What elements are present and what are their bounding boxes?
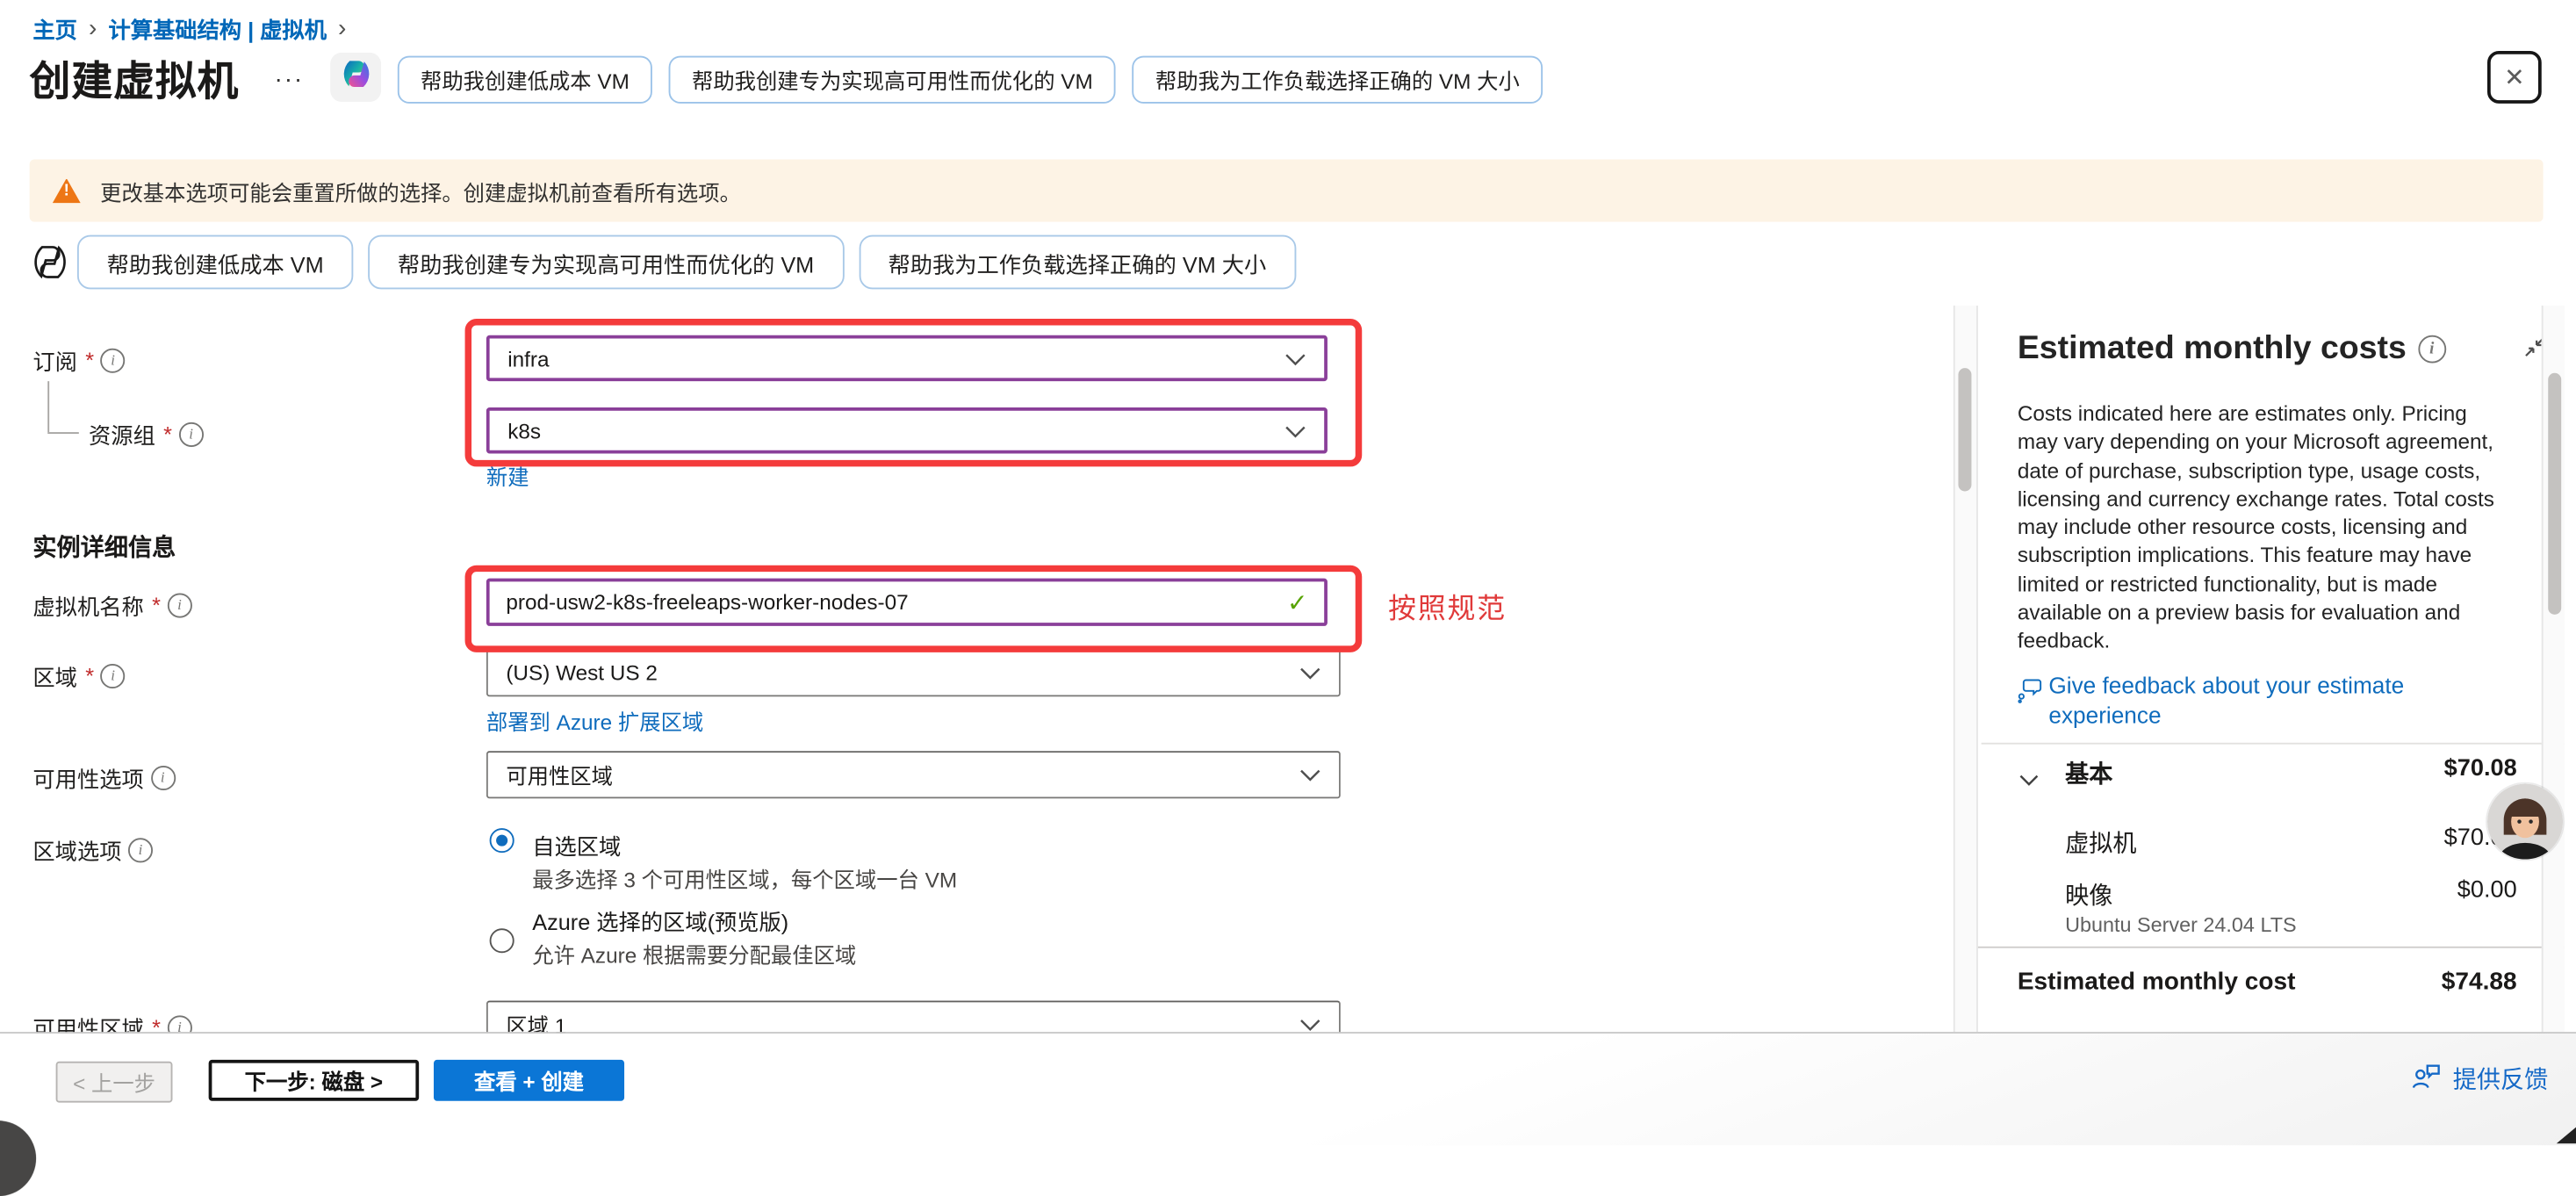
vm-name-input[interactable] — [506, 590, 1287, 615]
chevron-down-icon[interactable] — [2019, 766, 2039, 796]
suggestion-high-availability-vm-button-2[interactable]: 帮助我创建专为实现高可用性而优化的 VM — [368, 235, 844, 290]
avatar[interactable] — [2487, 784, 2563, 860]
breadcrumb: 主页 › 计算基础结构 | 虚拟机 › — [32, 11, 346, 44]
panel-divider — [1982, 743, 2565, 745]
radio-azure-selected-zone-label[interactable]: Azure 选择的区域(预览版) — [532, 904, 788, 936]
next-disks-button[interactable]: 下一步: 磁盘 > — [209, 1060, 420, 1101]
suggestion-high-availability-vm-button[interactable]: 帮助我创建专为实现高可用性而优化的 VM — [669, 56, 1116, 104]
suggestion-right-vm-size-button[interactable]: 帮助我为工作负载选择正确的 VM 大小 — [1133, 56, 1543, 104]
vm-name-label: 虚拟机名称* i — [32, 588, 191, 621]
region-label: 区域* i — [32, 659, 125, 691]
info-icon[interactable]: i — [150, 765, 175, 789]
zone-options-label: 区域选项 i — [32, 833, 153, 866]
required-asterisk: * — [85, 663, 94, 688]
copilot-suggestions-row: 帮助我创建低成本 VM 帮助我创建专为实现高可用性而优化的 VM 帮助我为工作负… — [77, 235, 1296, 290]
resource-group-value: k8s — [507, 418, 1284, 443]
required-asterisk: * — [163, 421, 172, 446]
subscription-dropdown[interactable]: infra — [486, 335, 1328, 381]
chevron-down-icon — [1299, 660, 1320, 685]
close-button[interactable]: ✕ — [2487, 51, 2542, 104]
valid-check-icon: ✓ — [1287, 587, 1308, 617]
tree-connector — [47, 381, 49, 432]
cost-group-amount: $70.08 — [2444, 756, 2517, 782]
chat-bubbles-icon — [2018, 677, 2042, 710]
review-create-button[interactable]: 查看 + 创建 — [434, 1060, 624, 1101]
chevron-down-icon — [1284, 418, 1306, 443]
required-asterisk: * — [85, 348, 94, 372]
total-cost-label: Estimated monthly cost — [2018, 968, 2296, 996]
chevron-down-icon — [1284, 346, 1306, 371]
info-icon[interactable]: i — [101, 348, 126, 372]
previous-button[interactable]: < 上一步 — [56, 1062, 173, 1103]
info-icon[interactable]: i — [167, 593, 191, 617]
feedback-person-icon — [2412, 1063, 2442, 1095]
create-vm-page: 主页 › 计算基础结构 | 虚拟机 › 创建虚拟机 ··· 帮助 — [0, 0, 2576, 1143]
chevron-down-icon — [1299, 762, 1320, 787]
page-title: 创建虚拟机 — [30, 49, 240, 108]
breadcrumb-chevron-icon: › — [338, 16, 346, 40]
suggestion-right-vm-size-button-2[interactable]: 帮助我为工作负载选择正确的 VM 大小 — [859, 235, 1296, 290]
radio-self-selected-zone-label[interactable]: 自选区域 — [532, 828, 621, 861]
copilot-button[interactable] — [330, 53, 381, 102]
copilot-suggestions-top: 帮助我创建低成本 VM 帮助我创建专为实现高可用性而优化的 VM 帮助我为工作负… — [398, 56, 1543, 104]
cost-item-name: 虚拟机 — [2065, 825, 2136, 859]
breadcrumb-chevron-icon: › — [89, 16, 97, 40]
region-value: (US) West US 2 — [506, 660, 1299, 685]
cost-item-name: 映像 — [2065, 877, 2112, 911]
radio-self-selected-zone-desc: 最多选择 3 个可用性区域，每个区域一台 VM — [532, 862, 957, 894]
panel-divider — [1978, 947, 2565, 948]
cost-panel-title: Estimated monthly costs i — [2018, 330, 2446, 368]
subscription-label: 订阅* i — [32, 343, 125, 376]
form-scrollbar-thumb[interactable] — [1958, 368, 1971, 491]
resource-group-dropdown[interactable]: k8s — [486, 407, 1328, 453]
more-options-button[interactable]: ··· — [274, 66, 304, 94]
cost-group-name[interactable]: 基本 — [2065, 756, 2112, 790]
info-icon[interactable]: i — [101, 663, 126, 688]
warning-banner-text: 更改基本选项可能会重置所做的选择。创建虚拟机前查看所有选项。 — [100, 175, 741, 206]
availability-options-value: 可用性区域 — [506, 759, 1299, 790]
info-icon[interactable]: i — [179, 421, 204, 446]
breadcrumb-home-link[interactable]: 主页 — [32, 11, 77, 44]
info-icon[interactable]: i — [128, 837, 153, 861]
cost-disclaimer-text: Costs indicated here are estimates only.… — [2018, 400, 2497, 655]
availability-options-label: 可用性选项 i — [32, 760, 175, 793]
radio-azure-selected-zone[interactable] — [490, 928, 514, 953]
feedback-link[interactable]: 提供反馈 — [2412, 1062, 2548, 1096]
warning-banner: ! 更改基本选项可能会重置所做的选择。创建虚拟机前查看所有选项。 — [30, 160, 2544, 222]
breadcrumb-section-link[interactable]: 计算基础结构 | 虚拟机 — [108, 11, 326, 44]
total-cost-amount: $74.88 — [2442, 968, 2517, 996]
subscription-value: infra — [507, 346, 1284, 371]
radio-azure-selected-zone-desc: 允许 Azure 根据需要分配最佳区域 — [532, 938, 856, 969]
vm-name-field: ✓ — [486, 579, 1328, 626]
info-icon[interactable]: i — [2418, 335, 2446, 364]
region-dropdown[interactable]: (US) West US 2 — [486, 649, 1341, 696]
create-new-resource-group-link[interactable]: 新建 — [486, 460, 529, 492]
resource-group-label: 资源组* i — [89, 417, 204, 450]
suggestion-low-cost-vm-button-2[interactable]: 帮助我创建低成本 VM — [77, 235, 353, 290]
annotation-text: 按照规范 — [1388, 585, 1507, 626]
cost-item-detail: Ubuntu Server 24.04 LTS — [2065, 913, 2297, 936]
deploy-extended-zone-link[interactable]: 部署到 Azure 扩展区域 — [486, 705, 703, 737]
instance-details-heading: 实例详细信息 — [32, 530, 176, 564]
footer-bar: < 上一步 下一步: 磁盘 > 查看 + 创建 提供反馈 — [0, 1032, 2576, 1145]
copilot-outline-icon[interactable] — [32, 243, 69, 289]
copilot-logo-icon — [339, 57, 371, 98]
required-asterisk: * — [152, 593, 161, 617]
warning-icon: ! — [53, 178, 81, 203]
cost-item-amount: $0.00 — [2457, 877, 2517, 904]
close-icon: ✕ — [2504, 62, 2525, 92]
tree-connector — [47, 432, 79, 434]
availability-options-dropdown[interactable]: 可用性区域 — [486, 751, 1341, 798]
suggestion-low-cost-vm-button[interactable]: 帮助我创建低成本 VM — [398, 56, 652, 104]
estimate-feedback-link[interactable]: Give feedback about your estimate experi… — [2018, 672, 2510, 729]
page-scrollbar-thumb[interactable] — [2548, 373, 2561, 615]
radio-self-selected-zone[interactable] — [490, 828, 514, 853]
